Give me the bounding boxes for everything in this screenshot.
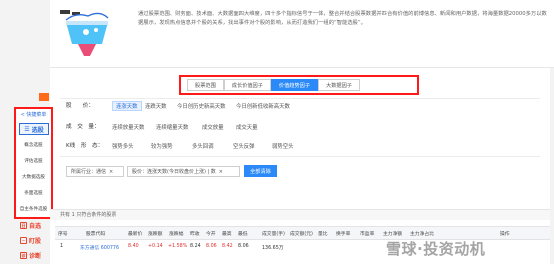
column-header[interactable]: 今开 bbox=[206, 230, 216, 237]
filter-option[interactable]: 较为强势 bbox=[151, 142, 173, 150]
tab-value-trend[interactable]: 价值趋势因子 bbox=[270, 79, 319, 91]
clear-all-button[interactable]: 全部清除 bbox=[244, 165, 277, 177]
sidebar-item-bigdata[interactable]: 大数据选股 bbox=[16, 174, 51, 180]
filter-option[interactable]: 弱势空头 bbox=[272, 142, 294, 150]
column-header[interactable]: 最新价 bbox=[128, 230, 142, 237]
filter-option[interactable]: 强势多头 bbox=[112, 142, 134, 150]
filter-label-volume: 成 交 量： bbox=[66, 124, 100, 130]
table-cell: 8.06 bbox=[238, 244, 249, 249]
column-header[interactable]: 昨收 bbox=[190, 230, 200, 237]
table-cell: 8.24 bbox=[190, 244, 201, 249]
sidebar-item-monitor[interactable]: ~ 盯股 bbox=[20, 236, 41, 245]
column-header[interactable]: 市盈率 bbox=[360, 230, 374, 237]
sidebar-item-condition[interactable]: 条面选股 bbox=[16, 190, 51, 196]
result-bar bbox=[50, 209, 550, 220]
quick-menu-title[interactable]: < 快捷菜单 bbox=[16, 111, 51, 118]
diagnose-icon: 诊 bbox=[20, 252, 27, 259]
table-cell: 8.40 bbox=[128, 244, 139, 249]
column-header[interactable]: 成交额(元) bbox=[290, 230, 313, 237]
sidebar-item-custom[interactable]: 自主条件选股 bbox=[16, 206, 51, 212]
column-header[interactable]: 换手率 bbox=[336, 230, 350, 237]
intro-text: 通过股票范围、财务面、技术面、大数据面四大维度，四十多个指标信号于一体，整合并结… bbox=[138, 11, 547, 26]
factor-tabs: 股票范围 成长价值因子 价值趋势因子 大数据因子 bbox=[179, 75, 419, 95]
selected-condition-price[interactable]: 股价：连涨天数(今日收盘价上涨) | 数 × bbox=[127, 166, 240, 177]
filter-option[interactable]: 今日创新低收新高天数 bbox=[236, 102, 290, 110]
filter-label-price: 股 价： bbox=[66, 103, 94, 109]
column-header[interactable]: 序号 bbox=[58, 230, 68, 237]
calendar-icon: 日 bbox=[20, 222, 27, 229]
table-cell-stock[interactable]: 东方通信 600776 bbox=[80, 244, 119, 251]
table-cell: 1 bbox=[60, 244, 64, 249]
trend-icon: ~ bbox=[20, 237, 27, 244]
picker-icon: ☰ bbox=[24, 125, 30, 133]
filter-option[interactable]: 连涨天数 bbox=[112, 101, 142, 111]
table-cell: +1.58% bbox=[168, 244, 188, 249]
result-count: 共有 1 只符合条件的股票 bbox=[60, 212, 117, 218]
close-icon[interactable]: × bbox=[109, 169, 113, 175]
filter-option[interactable]: 成交放量 bbox=[202, 123, 224, 131]
column-header[interactable]: 主力净占比 bbox=[410, 230, 434, 237]
sidebar-item-stock-picker[interactable]: ☰ 选股 bbox=[19, 123, 49, 135]
table-cell: 8.42 bbox=[222, 244, 233, 249]
column-header[interactable]: 量比 bbox=[318, 230, 328, 237]
close-icon[interactable]: × bbox=[219, 169, 223, 175]
column-header[interactable]: 涨跌幅 bbox=[169, 230, 183, 237]
sidebar-item-concept[interactable]: 概念选股 bbox=[16, 142, 51, 148]
selected-condition-industry[interactable]: 所属行业：通信 × bbox=[66, 166, 124, 177]
sidebar-item-diagnose[interactable]: 诊 诊断 bbox=[20, 251, 41, 260]
quick-menu-sidebar: < 快捷菜单 ☰ 选股 概念选股 评估选股 大数据选股 条面选股 自主条件选股 bbox=[14, 107, 53, 219]
stock-screener-illustration-icon bbox=[60, 10, 109, 56]
filter-option[interactable]: 多头回调 bbox=[192, 142, 214, 150]
column-header[interactable]: 最低 bbox=[238, 230, 248, 237]
sidebar-item-rating[interactable]: 评估选股 bbox=[16, 158, 51, 164]
table-cell: 136.65万 bbox=[262, 246, 284, 251]
column-header[interactable]: 股票代码 bbox=[86, 230, 105, 237]
column-header[interactable]: 涨跌额 bbox=[148, 230, 162, 237]
filter-option[interactable]: 成交天量 bbox=[236, 123, 258, 131]
filter-option[interactable]: 今日创历史新高天数 bbox=[177, 102, 226, 110]
filter-option[interactable]: 空头反弹 bbox=[233, 142, 255, 150]
column-header: 操作 bbox=[500, 232, 510, 237]
column-header[interactable]: 主力净额 bbox=[383, 230, 402, 237]
divider bbox=[60, 156, 540, 157]
column-header[interactable]: 最高 bbox=[222, 230, 232, 237]
tab-bigdata[interactable]: 大数据因子 bbox=[318, 79, 360, 91]
filter-label-kline: K线 形 态： bbox=[66, 143, 104, 149]
column-header[interactable]: 成交量(手) bbox=[262, 230, 285, 237]
filter-option[interactable]: 连跌天数 bbox=[145, 102, 167, 110]
sidebar-item-label: 选股 bbox=[31, 126, 44, 134]
filter-option[interactable]: 连续缩量天数 bbox=[156, 123, 188, 131]
table-cell: 8.06 bbox=[206, 244, 217, 249]
filter-option[interactable]: 连续放量天数 bbox=[112, 123, 144, 131]
tab-growth-value[interactable]: 成长价值因子 bbox=[223, 79, 271, 91]
intro-banner: 通过股票范围、财务面、技术面、大数据面四大维度，四十多个指标信号于一体，整合并结… bbox=[50, 0, 554, 68]
table-cell: +0.14 bbox=[148, 244, 163, 249]
watermark: 雪球·投资动机 bbox=[386, 240, 486, 258]
sidebar-item-watchlist[interactable]: 日 自选 bbox=[20, 221, 41, 230]
divider bbox=[60, 98, 540, 99]
sidebar-toggle[interactable] bbox=[39, 93, 49, 101]
tab-stock-range[interactable]: 股票范围 bbox=[187, 79, 224, 91]
